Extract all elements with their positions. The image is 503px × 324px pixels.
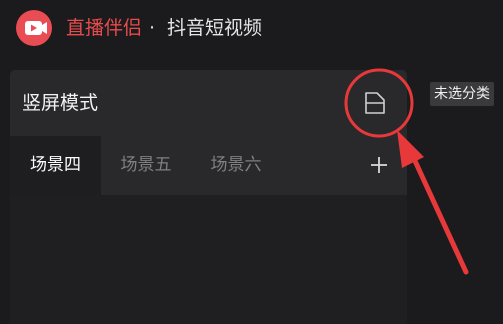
layout-icon xyxy=(365,92,385,114)
app-logo-icon xyxy=(16,10,52,46)
title-bar: 直播伴侣 · 抖音短视频 xyxy=(0,0,503,58)
scene-content-area xyxy=(10,195,407,324)
panel-header: 竖屏模式 xyxy=(10,70,407,136)
panel-title: 竖屏模式 xyxy=(22,92,99,114)
annotation-arrow-icon xyxy=(397,130,469,275)
tab-scene-4[interactable]: 场景四 xyxy=(10,136,101,195)
category-tag[interactable]: 未选分类 xyxy=(430,82,494,106)
plus-icon xyxy=(371,157,387,173)
layout-switch-button[interactable] xyxy=(362,90,388,116)
tab-scene-5[interactable]: 场景五 xyxy=(101,136,191,195)
add-scene-button[interactable] xyxy=(366,152,392,178)
title-separator: · xyxy=(149,17,156,39)
app-subtitle: 抖音短视频 xyxy=(167,17,263,39)
scene-panel: 竖屏模式 场景四 场景五 场景六 xyxy=(10,70,407,324)
scene-tabs: 场景四 场景五 场景六 xyxy=(10,136,407,195)
tab-scene-6[interactable]: 场景六 xyxy=(191,136,281,195)
app-name: 直播伴侣 xyxy=(66,17,143,39)
